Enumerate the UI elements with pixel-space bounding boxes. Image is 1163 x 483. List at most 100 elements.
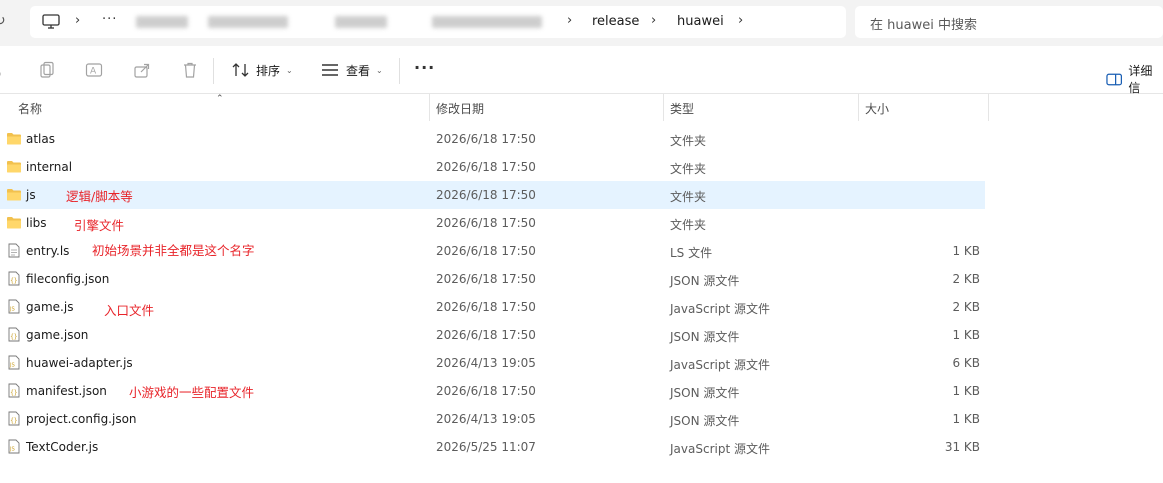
chevron-down-icon: ⌄ [286, 65, 293, 75]
file-type: 文件夹 [670, 190, 707, 204]
breadcrumb-overflow-button[interactable]: ··· [102, 12, 117, 27]
file-icon [6, 243, 22, 258]
file-type: 文件夹 [670, 218, 707, 232]
chevron-right-icon[interactable]: › [738, 13, 743, 28]
file-type: 文件夹 [670, 134, 707, 148]
this-pc-icon[interactable] [42, 14, 60, 29]
file-type: JSON 源文件 [670, 386, 740, 400]
share-icon[interactable] [133, 61, 151, 79]
file-modified-date: 2026/4/13 19:05 [436, 356, 536, 370]
file-name: js [26, 188, 36, 202]
file-type: JavaScript 源文件 [670, 358, 770, 372]
file-name: huawei-adapter.js [26, 356, 133, 370]
file-row[interactable]: {} project.config.json 2026/4/13 19:05 JSON… [0, 405, 985, 433]
column-divider[interactable] [429, 94, 430, 121]
annotation-game: 入口文件 [104, 303, 155, 318]
details-pane-icon [1106, 73, 1123, 85]
js-file-icon: JS [6, 299, 22, 314]
column-header-size[interactable]: 大小 [865, 100, 889, 117]
column-header-type[interactable]: 类型 [670, 100, 694, 117]
sort-label: 排序 [256, 63, 281, 78]
file-modified-date: 2026/6/18 17:50 [436, 160, 536, 174]
view-label: 查看 [346, 63, 371, 78]
file-row[interactable]: libs 2026/6/18 17:50 文件夹 [0, 209, 985, 237]
folder-icon [6, 131, 22, 146]
more-options-button[interactable]: ··· [414, 58, 435, 77]
column-divider[interactable] [663, 94, 664, 121]
search-input[interactable]: 在 huawei 中搜索 [870, 14, 977, 33]
file-row[interactable]: JS TextCoder.js 2026/5/25 11:07 JavaScript … [0, 433, 985, 461]
file-size: 1 KB [952, 328, 980, 342]
file-size: 2 KB [952, 300, 980, 314]
column-header-name[interactable]: 名称 [18, 100, 42, 117]
file-size: 31 KB [944, 440, 980, 454]
file-name: TextCoder.js [26, 440, 99, 454]
file-modified-date: 2026/5/25 11:07 [436, 440, 536, 454]
file-type: JSON 源文件 [670, 330, 740, 344]
annotation-manifest: 小游戏的一些配置文件 [129, 385, 255, 400]
folder-icon [6, 159, 22, 174]
json-file-icon: {} [6, 411, 22, 426]
file-modified-date: 2026/6/18 17:50 [436, 300, 536, 314]
delete-icon[interactable] [181, 61, 199, 79]
view-button[interactable]: 查看 ⌄ [321, 60, 383, 80]
svg-text:A: A [90, 67, 97, 77]
file-type: JSON 源文件 [670, 274, 740, 288]
file-row[interactable]: js 2026/6/18 17:50 文件夹 [0, 181, 985, 209]
file-modified-date: 2026/6/18 17:50 [436, 216, 536, 230]
redacted-path-segment [136, 16, 188, 28]
column-header-modified[interactable]: 修改日期 [436, 100, 484, 117]
file-type: JSON 源文件 [670, 414, 740, 428]
breadcrumb-item-release[interactable]: release [592, 14, 639, 29]
svg-text:{}: {} [10, 334, 17, 341]
file-name: internal [26, 160, 73, 174]
file-row[interactable]: atlas 2026/6/18 17:50 文件夹 [0, 125, 985, 153]
refresh-icon[interactable]: ↻ [0, 13, 8, 31]
cut-icon[interactable] [0, 61, 10, 79]
file-modified-date: 2026/6/18 17:50 [436, 384, 536, 398]
chevron-down-icon: ⌄ [376, 65, 383, 75]
toolbar-divider [399, 58, 400, 84]
svg-text:JS: JS [9, 307, 15, 313]
search-box[interactable]: 在 huawei 中搜索 [855, 6, 1163, 38]
file-name: libs [26, 216, 47, 230]
folder-icon [6, 187, 22, 202]
file-row[interactable]: {} fileconfig.json 2026/6/18 17:50 JSON 源文件… [0, 265, 985, 293]
file-type: LS 文件 [670, 246, 713, 260]
file-size: 6 KB [952, 356, 980, 370]
details-pane-button[interactable]: 详细信 [1106, 62, 1163, 96]
file-row[interactable]: JS huawei-adapter.js 2026/4/13 19:05 JavaSc… [0, 349, 985, 377]
svg-text:{}: {} [10, 278, 17, 285]
svg-text:{}: {} [10, 418, 17, 425]
sort-button[interactable]: 排序 ⌄ [232, 60, 293, 80]
copy-icon[interactable] [38, 61, 56, 79]
file-name: fileconfig.json [26, 272, 110, 286]
column-divider[interactable] [858, 94, 859, 121]
sort-icon [232, 63, 249, 77]
file-size: 2 KB [952, 272, 980, 286]
column-divider[interactable] [988, 94, 989, 121]
file-size: 1 KB [952, 244, 980, 258]
rename-icon[interactable]: A [85, 61, 103, 79]
address-bar-row: ↻ › ··· › release › huawei › 在 huawei 中搜… [0, 0, 1163, 46]
json-file-icon: {} [6, 383, 22, 398]
file-size: 1 KB [952, 384, 980, 398]
chevron-right-icon[interactable]: › [567, 13, 572, 28]
file-modified-date: 2026/6/18 17:50 [436, 132, 536, 146]
redacted-path-segment [335, 16, 387, 28]
chevron-right-icon[interactable]: › [75, 13, 80, 28]
file-modified-date: 2026/6/18 17:50 [436, 328, 536, 342]
file-row[interactable]: internal 2026/6/18 17:50 文件夹 [0, 153, 985, 181]
chevron-right-icon[interactable]: › [651, 13, 656, 28]
file-row[interactable]: {} game.json 2026/6/18 17:50 JSON 源文件 1 KB [0, 321, 985, 349]
breadcrumb-item-huawei[interactable]: huawei [677, 14, 724, 29]
json-file-icon: {} [6, 327, 22, 342]
svg-text:JS: JS [9, 363, 15, 369]
js-file-icon: JS [6, 355, 22, 370]
address-bar[interactable]: › ··· › release › huawei › [30, 6, 846, 38]
folder-icon [6, 215, 22, 230]
file-name: entry.ls [26, 244, 70, 258]
file-name: game.js [26, 300, 74, 314]
file-modified-date: 2026/6/18 17:50 [436, 188, 536, 202]
svg-text:{}: {} [10, 390, 17, 397]
